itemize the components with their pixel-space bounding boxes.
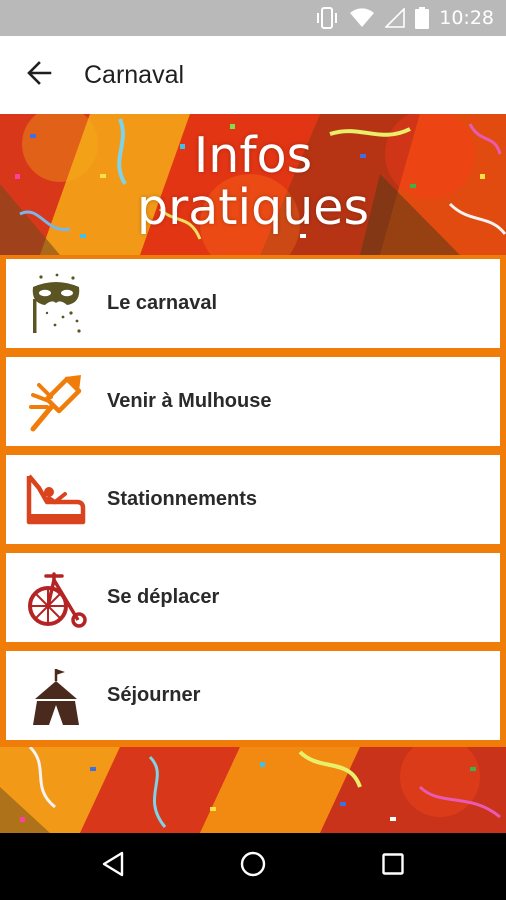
carnival-mask-icon bbox=[6, 259, 106, 348]
app-bar: Carnaval bbox=[0, 36, 506, 114]
circus-tent-icon bbox=[6, 651, 106, 740]
page-title: Carnaval bbox=[84, 60, 185, 89]
nav-back-button[interactable] bbox=[73, 833, 153, 900]
menu-item-label: Se déplacer bbox=[107, 586, 220, 608]
nav-recents-icon bbox=[382, 853, 404, 880]
wifi-icon bbox=[349, 8, 375, 28]
nav-back-icon bbox=[101, 851, 125, 882]
banner-title-line2: pratiques bbox=[137, 179, 369, 236]
firework-rocket-icon bbox=[6, 357, 106, 446]
signal-icon bbox=[385, 8, 406, 28]
menu-list: Le carnaval Venir à Mulhouse Stationneme… bbox=[0, 255, 506, 747]
nav-recents-button[interactable] bbox=[353, 833, 433, 900]
banner-title: Infos pratiques bbox=[0, 130, 506, 234]
status-bar: 10:28 bbox=[0, 0, 506, 36]
menu-item-label: Venir à Mulhouse bbox=[107, 390, 272, 412]
nav-home-button[interactable] bbox=[213, 833, 293, 900]
menu-item-le-carnaval[interactable]: Le carnaval bbox=[6, 259, 500, 348]
vibrate-icon bbox=[315, 7, 339, 29]
banner-title-line1: Infos bbox=[193, 127, 313, 184]
info-banner: Infos pratiques bbox=[0, 114, 506, 255]
arrow-back-icon bbox=[26, 60, 52, 90]
footer-banner bbox=[0, 747, 506, 833]
menu-item-label: Stationnements bbox=[107, 488, 258, 510]
menu-item-se-deplacer[interactable]: Se déplacer bbox=[6, 553, 500, 642]
back-button[interactable] bbox=[0, 36, 78, 114]
confetti-background bbox=[0, 747, 506, 833]
menu-item-label: Le carnaval bbox=[107, 292, 218, 314]
menu-item-stationnements[interactable]: Stationnements bbox=[6, 455, 500, 544]
penny-farthing-bicycle-icon bbox=[6, 553, 106, 642]
nav-home-icon bbox=[240, 851, 266, 882]
battery-icon bbox=[415, 7, 430, 29]
menu-item-venir-a-mulhouse[interactable]: Venir à Mulhouse bbox=[6, 357, 500, 446]
system-nav-bar bbox=[0, 833, 506, 900]
menu-item-label: Séjourner bbox=[107, 684, 201, 706]
bumper-car-icon bbox=[6, 455, 106, 544]
menu-item-sejourner[interactable]: Séjourner bbox=[6, 651, 500, 740]
status-time: 10:28 bbox=[439, 7, 494, 29]
